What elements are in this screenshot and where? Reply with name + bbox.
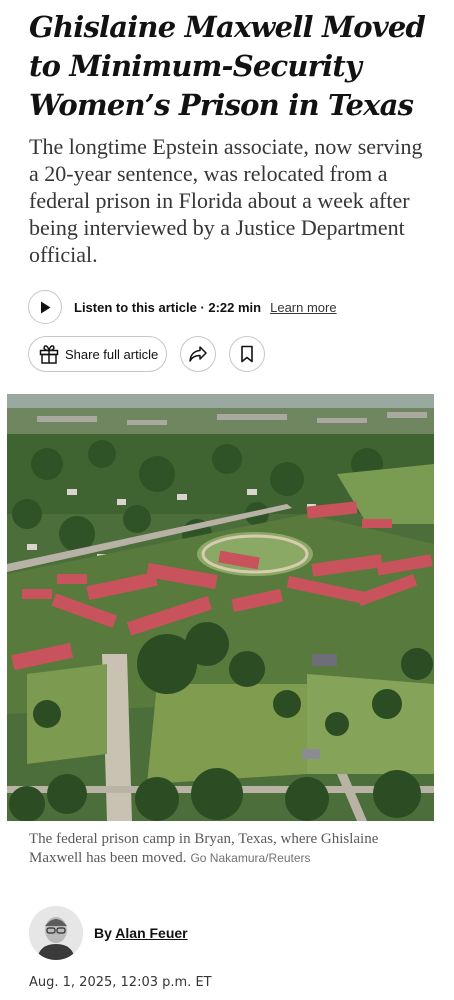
aerial-photo bbox=[7, 394, 434, 821]
learn-more-link[interactable]: Learn more bbox=[270, 300, 336, 315]
share-full-article-label: Share full article bbox=[65, 346, 159, 362]
play-button[interactable] bbox=[28, 290, 62, 324]
save-button[interactable] bbox=[229, 336, 266, 372]
listen-label[interactable]: Listen to this article · 2:22 min bbox=[74, 300, 261, 315]
play-icon bbox=[41, 301, 51, 313]
share-tools: Share full article bbox=[28, 336, 266, 372]
photo-credit: Go Nakamura/Reuters bbox=[190, 851, 311, 865]
headline: Ghislaine Maxwell Moved to Minimum-Secur… bbox=[29, 10, 426, 122]
share-arrow-icon bbox=[189, 346, 207, 362]
byline-text: By Alan Feuer bbox=[94, 925, 188, 941]
share-full-article-button[interactable]: Share full article bbox=[28, 336, 168, 372]
article-summary: The longtime Epstein associate, now serv… bbox=[29, 134, 423, 267]
photo-caption: The federal prison camp in Bryan, Texas,… bbox=[29, 830, 434, 868]
author-link[interactable]: Alan Feuer bbox=[115, 925, 187, 941]
author-avatar[interactable] bbox=[29, 906, 83, 960]
share-button[interactable] bbox=[180, 336, 217, 372]
byline-prefix: By bbox=[94, 925, 112, 941]
byline: By Alan Feuer bbox=[29, 906, 188, 960]
bookmark-icon bbox=[241, 345, 254, 363]
publish-timestamp: Aug. 1, 2025, 12:03 p.m. ET bbox=[29, 975, 212, 990]
listen-bar: Listen to this article · 2:22 min Learn … bbox=[28, 290, 337, 324]
gift-icon bbox=[39, 345, 59, 364]
